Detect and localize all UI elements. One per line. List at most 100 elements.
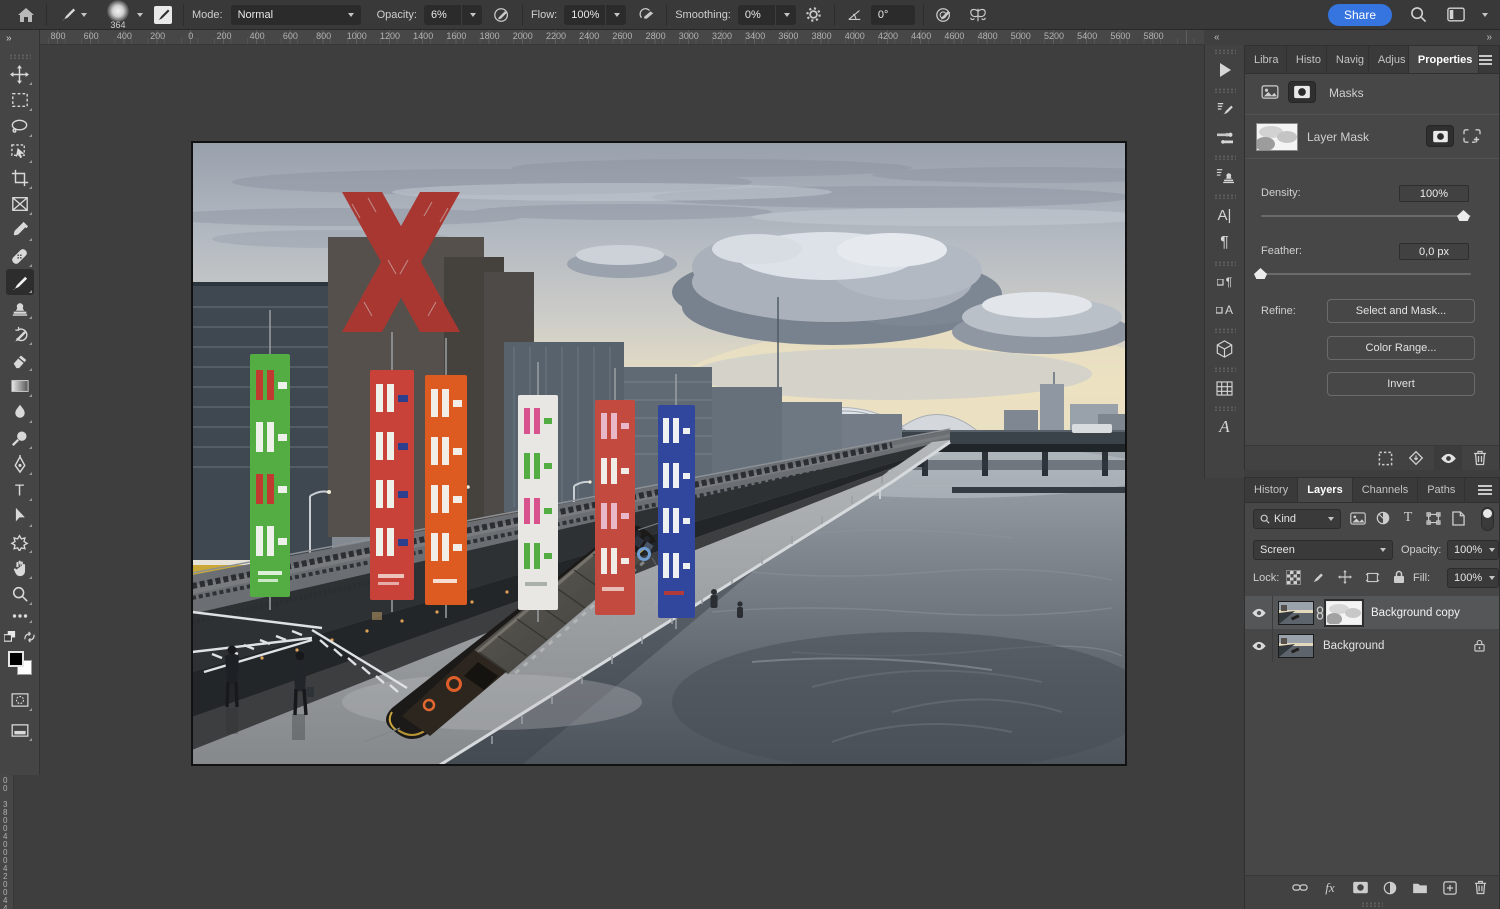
paint-symmetry-butterfly-icon[interactable]: [966, 3, 990, 27]
layer-row-background[interactable]: Background: [1245, 629, 1499, 662]
brush-tool-preset-icon[interactable]: [55, 3, 79, 27]
layer-mask-thumbnail[interactable]: [1257, 124, 1297, 150]
new-group-folder-icon[interactable]: [1411, 879, 1429, 897]
opacity-select[interactable]: 6%: [424, 5, 482, 25]
new-layer-icon[interactable]: [1441, 879, 1459, 897]
filter-toggle-switch[interactable]: [1481, 507, 1494, 531]
brush-preset-picker[interactable]: 364: [107, 0, 129, 29]
filter-pixel-layers-icon[interactable]: [1349, 509, 1367, 527]
brush-settings-panel-icon[interactable]: [1210, 95, 1240, 123]
lock-all-icon[interactable]: [1390, 568, 1408, 586]
delete-mask-trash-icon[interactable]: [1471, 449, 1489, 467]
foreground-color-swatch[interactable]: [8, 651, 24, 667]
tool-custom-shape[interactable]: [6, 529, 34, 555]
lock-position-icon[interactable]: [1336, 568, 1354, 586]
tool-move[interactable]: [6, 61, 34, 87]
foreground-background-swatches[interactable]: [8, 651, 32, 675]
tool-hand[interactable]: [6, 555, 34, 581]
workspace-switcher-icon[interactable]: [1444, 3, 1468, 27]
tab-adjustments[interactable]: Adjus: [1369, 46, 1409, 73]
paragraph-styles-panel-icon[interactable]: ¶: [1210, 268, 1240, 296]
pressure-size-icon[interactable]: [932, 3, 956, 27]
clone-source-panel-icon[interactable]: [1210, 162, 1240, 190]
select-and-mask-button[interactable]: Select and Mask...: [1327, 299, 1475, 323]
layer-style-fx-icon[interactable]: fx: [1321, 879, 1339, 897]
filter-smart-objects-icon[interactable]: [1449, 509, 1467, 527]
color-range-button[interactable]: Color Range...: [1327, 336, 1475, 360]
share-button[interactable]: Share: [1328, 4, 1392, 26]
tool-type[interactable]: T: [6, 477, 34, 503]
tool-dodge[interactable]: [6, 425, 34, 451]
glyphs-panel-icon[interactable]: A: [1210, 413, 1240, 441]
mask-properties-button[interactable]: [1289, 82, 1315, 102]
layer-thumbnail[interactable]: [1279, 602, 1313, 624]
tool-pen[interactable]: [6, 451, 34, 477]
toolbar-expand-chevrons[interactable]: »: [6, 33, 11, 44]
tool-lasso[interactable]: [6, 113, 34, 139]
tool-rectangular-marquee[interactable]: [6, 87, 34, 113]
panel-menu-icon[interactable]: [1479, 55, 1492, 65]
layer-row-background-copy[interactable]: Background copy: [1245, 596, 1499, 629]
enable-disable-mask-eye-icon[interactable]: [1434, 446, 1462, 471]
home-icon[interactable]: [14, 3, 38, 27]
filter-adjustment-layers-icon[interactable]: [1374, 509, 1392, 527]
quick-mask-mode-button[interactable]: [6, 687, 34, 713]
panel-menu-icon[interactable]: [1478, 485, 1492, 495]
layer-name[interactable]: Background: [1323, 640, 1384, 652]
chevron-down-icon[interactable]: [1482, 13, 1488, 17]
flow-select[interactable]: 100%: [564, 5, 626, 25]
layers-opacity-select[interactable]: 100%: [1447, 540, 1499, 560]
tab-layers[interactable]: Layers: [1298, 478, 1352, 502]
filter-type-layers-icon[interactable]: T: [1399, 509, 1417, 527]
lock-image-pixels-icon[interactable]: [1309, 568, 1327, 586]
paragraph-panel-icon[interactable]: ¶: [1210, 229, 1240, 257]
tool-path-selection[interactable]: [6, 503, 34, 529]
canvas-pasteboard[interactable]: [40, 45, 1204, 909]
feather-value-field[interactable]: 0,0 px: [1399, 243, 1469, 260]
filter-shape-layers-icon[interactable]: [1424, 509, 1442, 527]
tool-eraser[interactable]: [6, 347, 34, 373]
blend-mode-select[interactable]: Normal: [231, 5, 361, 25]
layer-visibility-eye-icon[interactable]: [1245, 629, 1273, 662]
tab-libraries[interactable]: Libra: [1245, 46, 1287, 73]
tool-gradient[interactable]: [6, 373, 34, 399]
lock-transparent-pixels-icon[interactable]: [1287, 571, 1300, 584]
3d-panel-icon[interactable]: [1210, 335, 1240, 363]
tool-crop[interactable]: [6, 165, 34, 191]
load-selection-from-mask-icon[interactable]: [1376, 449, 1394, 467]
tab-navigator[interactable]: Navig: [1327, 46, 1369, 73]
density-slider-handle[interactable]: [1457, 210, 1470, 221]
actions-panel-icon[interactable]: [1210, 56, 1240, 84]
feather-slider-track[interactable]: [1261, 273, 1471, 275]
pressure-opacity-icon[interactable]: [490, 3, 514, 27]
tab-properties[interactable]: Properties: [1409, 46, 1479, 73]
screen-mode-button[interactable]: [6, 717, 34, 743]
tab-paths[interactable]: Paths: [1418, 478, 1465, 502]
layer-name[interactable]: Background copy: [1371, 607, 1460, 619]
new-adjustment-layer-icon[interactable]: [1381, 879, 1399, 897]
tool-healing-brush[interactable]: [6, 243, 34, 269]
swap-colors-icon[interactable]: [23, 631, 36, 643]
chevron-down-icon[interactable]: [81, 13, 87, 17]
smoothing-options-gear-icon[interactable]: [802, 3, 826, 27]
collapse-panels-right-icon[interactable]: »: [1486, 32, 1492, 43]
link-layers-icon[interactable]: [1291, 879, 1309, 897]
tool-zoom[interactable]: [6, 581, 34, 607]
chevron-down-icon[interactable]: [137, 13, 143, 17]
layer-filter-kind-select[interactable]: Kind: [1253, 509, 1341, 529]
layer-thumbnail[interactable]: [1279, 635, 1313, 657]
tool-brush[interactable]: [6, 269, 34, 295]
layer-visibility-eye-icon[interactable]: [1245, 596, 1273, 629]
character-styles-panel-icon[interactable]: A: [1210, 296, 1240, 324]
tool-frame[interactable]: [6, 191, 34, 217]
pixel-layer-properties-button[interactable]: [1257, 82, 1283, 102]
feather-slider-handle[interactable]: [1254, 268, 1267, 279]
mask-mode-icon[interactable]: [1427, 126, 1453, 146]
tool-history-brush[interactable]: [6, 321, 34, 347]
tab-histogram[interactable]: Histo: [1287, 46, 1327, 73]
canvas-photo[interactable]: [192, 142, 1126, 765]
delete-layer-trash-icon[interactable]: [1471, 879, 1489, 897]
add-layer-mask-icon[interactable]: [1351, 879, 1369, 897]
tool-blur[interactable]: [6, 399, 34, 425]
tool-object-selection[interactable]: [6, 139, 34, 165]
